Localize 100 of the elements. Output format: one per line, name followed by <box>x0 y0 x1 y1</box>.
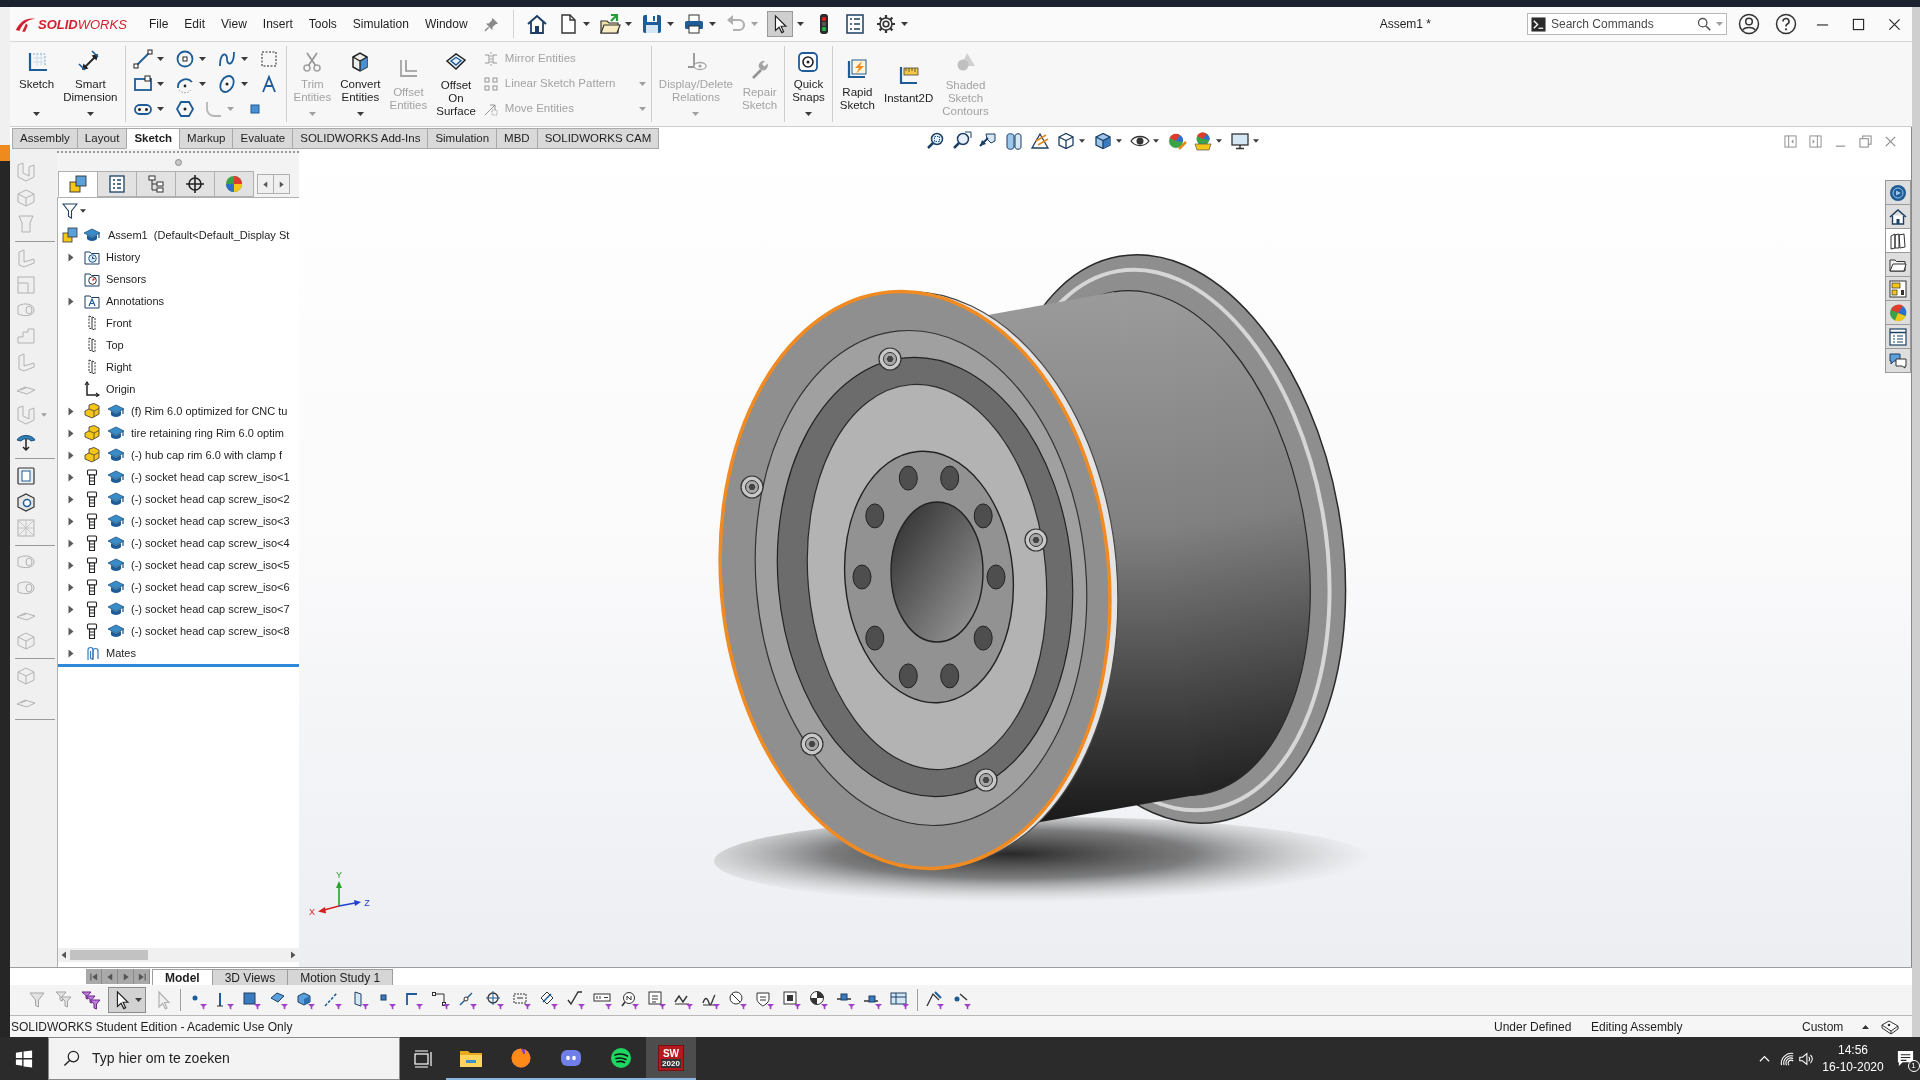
quick-snaps-button[interactable]: Quick Snaps <box>788 42 829 126</box>
menu-item[interactable]: View <box>213 12 255 36</box>
caret-icon[interactable] <box>1216 139 1222 143</box>
scroll-right-icon[interactable] <box>289 951 297 959</box>
tree-item-label[interactable]: (-) socket head cap screw_iso<4 <box>131 536 290 550</box>
lined-box-filter-icon[interactable] <box>647 990 667 1010</box>
expand-arrow-icon[interactable] <box>67 428 75 438</box>
table-filter-icon[interactable] <box>890 990 910 1010</box>
caret-icon[interactable] <box>666 22 674 26</box>
panel-tab[interactable] <box>58 171 98 197</box>
caret-icon[interactable] <box>198 56 206 61</box>
start-icon[interactable] <box>15 1049 33 1068</box>
solid-filter-icon[interactable] <box>296 990 316 1010</box>
model-tab[interactable]: 3D Views <box>211 969 289 985</box>
scene-ball-icon[interactable] <box>1193 131 1213 151</box>
caret-icon[interactable] <box>156 106 164 111</box>
expand-arrow-icon[interactable] <box>67 406 75 416</box>
framed-square-icon[interactable] <box>15 465 37 487</box>
tree-item-label[interactable]: (-) socket head cap screw_iso<2 <box>131 492 290 506</box>
panel-grip[interactable] <box>57 151 299 154</box>
crosshair-filter-icon[interactable] <box>485 990 505 1010</box>
shaded-cube-icon[interactable] <box>1093 131 1113 151</box>
taskbar-search-field[interactable]: Typ hier om te zoeken <box>92 1048 399 1069</box>
model-tab[interactable]: Model <box>152 969 213 985</box>
menu-item[interactable]: Tools <box>300 12 345 36</box>
polygon-icon[interactable] <box>174 98 195 119</box>
clock-date[interactable]: 16-10-2020 <box>1822 1058 1884 1076</box>
caret-icon[interactable] <box>1253 139 1259 143</box>
command-tab[interactable]: Markup <box>179 128 234 149</box>
caret-icon[interactable] <box>156 81 164 86</box>
open-folder-icon[interactable] <box>598 13 621 35</box>
caret-icon[interactable] <box>356 112 364 116</box>
expand-arrow-icon[interactable] <box>67 516 75 526</box>
angled-line-filter-icon[interactable] <box>925 990 945 1010</box>
expand-arrow-icon[interactable] <box>67 560 75 570</box>
menu-item[interactable]: Insert <box>254 12 301 36</box>
close-icon[interactable] <box>1887 17 1901 31</box>
rapid-sketch-button[interactable]: Rapid Sketch <box>835 42 879 126</box>
command-tab[interactable]: MBD <box>496 128 538 149</box>
square-on-line-filter-icon[interactable] <box>836 990 856 1010</box>
command-tab[interactable]: Evaluate <box>232 128 294 149</box>
corner-line-filter-icon[interactable] <box>404 990 424 1010</box>
help-icon[interactable] <box>1775 13 1797 35</box>
last-tab-button[interactable] <box>134 969 150 984</box>
save-icon[interactable] <box>640 13 663 35</box>
caret-icon[interactable] <box>80 209 86 213</box>
caret-icon[interactable] <box>198 81 206 86</box>
command-tab[interactable]: Layout <box>76 128 128 149</box>
instant2d-button[interactable]: Instant2D <box>879 42 938 126</box>
caret-up-icon[interactable] <box>1862 1024 1869 1029</box>
search-bar[interactable]: Search Commands <box>1527 13 1727 35</box>
expand-arrow-icon[interactable] <box>67 494 75 504</box>
taskbar-app-button[interactable]: SW 2020 <box>646 1037 696 1080</box>
tree-item-label[interactable]: Right <box>106 360 132 374</box>
line-icon[interactable] <box>132 48 153 69</box>
ellipse-icon[interactable] <box>216 73 237 94</box>
menu-item[interactable]: File <box>141 12 177 36</box>
next-tab-button[interactable] <box>118 969 134 984</box>
expand-arrow-icon[interactable] <box>67 472 75 482</box>
pie-filter-icon[interactable] <box>809 990 829 1010</box>
menu-item[interactable]: Simulation <box>344 12 417 36</box>
tree-item-label[interactable]: Mates <box>106 646 136 660</box>
taskbar-search-bar[interactable]: Typ hier om te zoeken <box>48 1037 400 1080</box>
expand-arrow-icon[interactable] <box>67 648 75 658</box>
select-filter-button[interactable] <box>108 987 146 1013</box>
command-tab[interactable]: Simulation <box>427 128 498 149</box>
surface-filter-icon[interactable] <box>269 990 289 1010</box>
clock-time[interactable]: 14:56 <box>1838 1041 1868 1059</box>
command-tab[interactable]: Sketch <box>126 128 181 149</box>
dimension-filter-icon[interactable] <box>593 990 613 1010</box>
task-pane-tab[interactable] <box>1885 324 1911 349</box>
monitor-icon[interactable] <box>1230 131 1250 151</box>
tag-icon[interactable] <box>1880 1018 1900 1035</box>
edge-filter-icon[interactable] <box>215 990 235 1010</box>
tree-item-label[interactable]: (-) socket head cap screw_iso<7 <box>131 602 290 616</box>
caret-icon[interactable] <box>33 112 41 116</box>
funnel-stack-icon[interactable] <box>81 990 101 1010</box>
shield-filter-icon[interactable] <box>755 990 775 1010</box>
convert-button[interactable]: Convert Entities <box>336 42 385 126</box>
expand-arrow-icon[interactable] <box>67 450 75 460</box>
splitter-handle-icon[interactable] <box>174 159 182 166</box>
caret-icon[interactable] <box>135 998 142 1002</box>
tree-item-label[interactable]: Origin <box>106 382 136 396</box>
notification-icon[interactable] <box>1895 1049 1915 1068</box>
tree-item-label[interactable]: (-) socket head cap screw_iso<5 <box>131 558 290 572</box>
panel-tab[interactable] <box>97 171 137 197</box>
model-tab[interactable]: Motion Study 1 <box>287 969 394 985</box>
expand-arrow-icon[interactable] <box>67 626 75 636</box>
expand-arrow-icon[interactable] <box>67 582 75 592</box>
caret-icon[interactable] <box>1153 139 1159 143</box>
dashed-rectangle-icon[interactable] <box>258 48 279 69</box>
task-pane-tab[interactable] <box>1885 348 1911 373</box>
restore-icon[interactable] <box>1859 134 1872 148</box>
smart-dimension-button[interactable]: Smart Dimension <box>59 42 122 126</box>
paint-ball-icon[interactable] <box>1167 131 1187 151</box>
check-filter-icon[interactable] <box>566 990 586 1010</box>
hex-hole-icon[interactable] <box>15 491 37 513</box>
section-view-icon[interactable] <box>1004 131 1024 151</box>
scroll-left-icon[interactable] <box>60 951 68 959</box>
tree-item-label[interactable]: Assem1 (Default<Default_Display St <box>108 228 290 242</box>
